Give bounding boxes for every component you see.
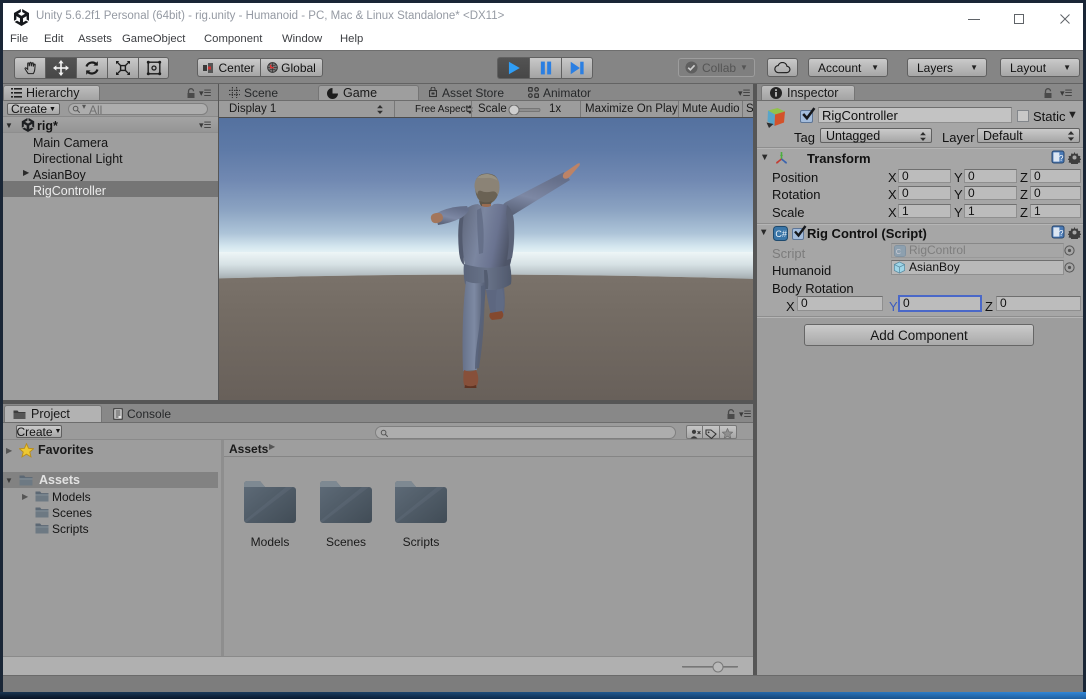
svg-text:?: ? (1059, 229, 1064, 238)
svg-text:?: ? (1059, 154, 1064, 163)
svg-text:C: C (896, 247, 901, 256)
svg-text:C#: C# (775, 229, 787, 239)
